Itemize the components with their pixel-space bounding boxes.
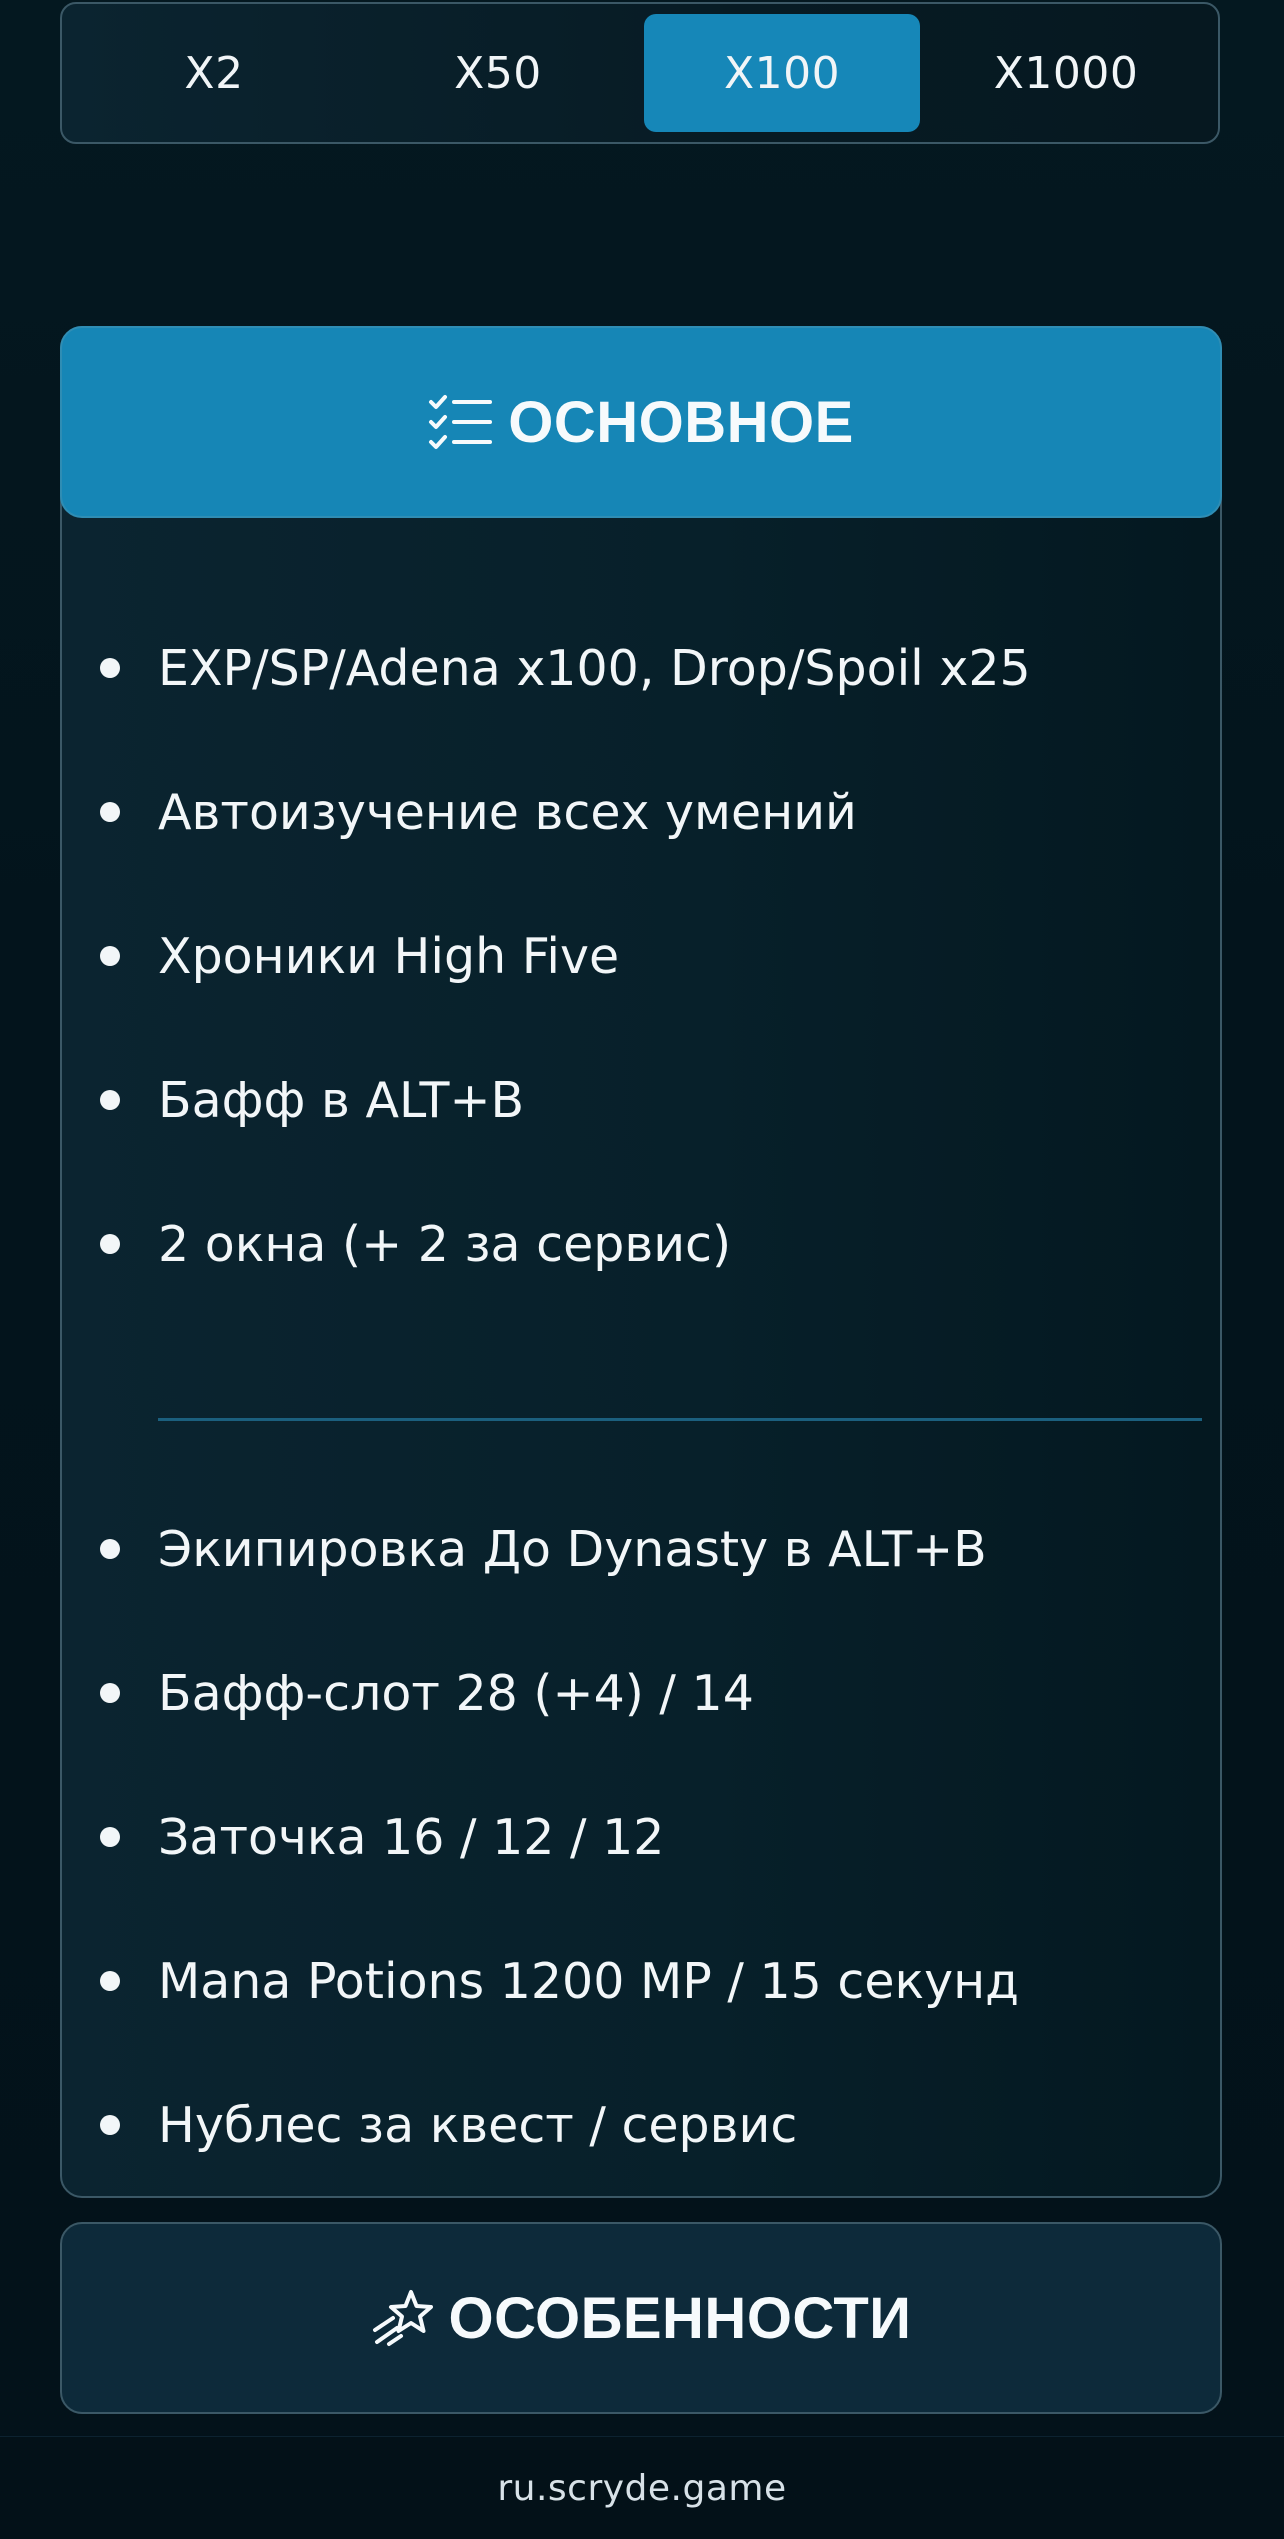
list-item: 2 окна (+ 2 за сервис) [62, 1172, 1220, 1316]
bullet-icon [100, 1234, 120, 1254]
checklist-icon [428, 394, 494, 450]
features-section-header[interactable]: ОСОБЕННОСТИ [60, 2222, 1222, 2414]
bullet-icon [100, 1683, 120, 1703]
main-features-list: EXP/SP/Adena x100, Drop/Spoil x25 Автоиз… [62, 596, 1220, 1316]
rate-tab-x2[interactable]: X2 [76, 14, 352, 132]
list-item: Бафф в ALT+B [62, 1028, 1220, 1172]
bullet-icon [100, 1827, 120, 1847]
bullet-icon [100, 1971, 120, 1991]
list-item: Экипировка До Dynasty в ALT+B [62, 1477, 1220, 1621]
list-item: Mana Potions 1200 MP / 15 секунд [62, 1909, 1220, 2053]
bullet-icon [100, 946, 120, 966]
bullet-icon [100, 802, 120, 822]
bullet-icon [100, 1539, 120, 1559]
list-item: Заточка 16 / 12 / 12 [62, 1765, 1220, 1909]
shooting-star-icon [371, 2288, 435, 2348]
site-domain: ru.scryde.game [497, 2467, 787, 2509]
browser-address-bar[interactable]: ru.scryde.game [0, 2436, 1284, 2539]
extra-features-list: Экипировка До Dynasty в ALT+B Бафф-слот … [62, 1477, 1220, 2197]
bullet-icon [100, 1090, 120, 1110]
list-item: Бафф-слот 28 (+4) / 14 [62, 1621, 1220, 1765]
rate-tab-x50[interactable]: X50 [360, 14, 636, 132]
rate-tab-x1000[interactable]: X1000 [928, 14, 1204, 132]
features-section-title: ОСОБЕННОСТИ [448, 2285, 912, 2351]
rate-tab-x100[interactable]: X100 [644, 14, 920, 132]
list-item: Нублес за квест / сервис [62, 2053, 1220, 2197]
list-item: Автоизучение всех умений [62, 740, 1220, 884]
list-item: Хроники High Five [62, 884, 1220, 1028]
main-info-card: ОСНОВНОЕ EXP/SP/Adena x100, Drop/Spoil x… [60, 326, 1222, 2198]
rate-selector: X2 X50 X100 X1000 [60, 2, 1220, 144]
main-section-header[interactable]: ОСНОВНОЕ [60, 326, 1222, 518]
list-item: EXP/SP/Adena x100, Drop/Spoil x25 [62, 596, 1220, 740]
bullet-icon [100, 2115, 120, 2135]
section-divider [158, 1418, 1202, 1421]
bullet-icon [100, 658, 120, 678]
main-section-title: ОСНОВНОЕ [508, 389, 854, 455]
